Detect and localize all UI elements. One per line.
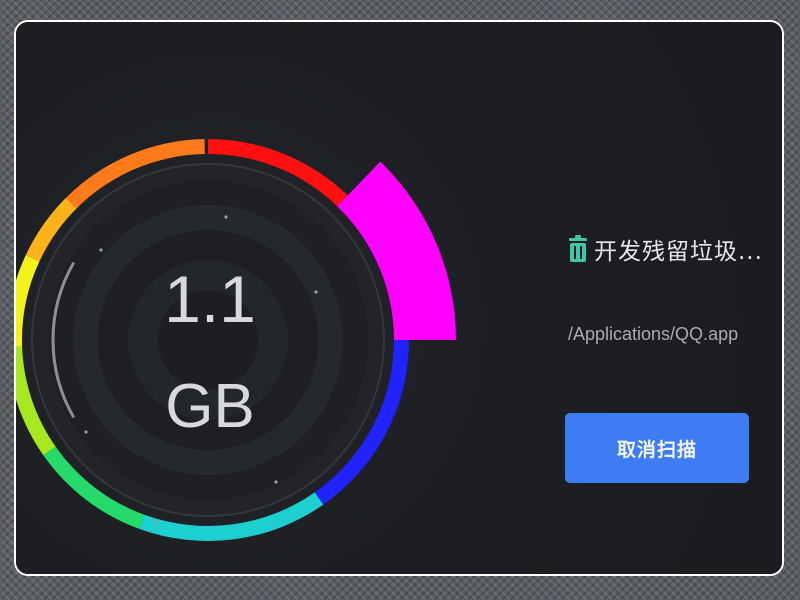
gauge-sparkle-0 — [224, 215, 228, 219]
gauge-sparkle-2 — [314, 290, 318, 294]
cleaner-window: 1.1 GB 开发残留垃圾... /Applications/QQ.app 取消… — [14, 20, 784, 576]
scan-status-text: 开发残留垃圾... — [594, 239, 763, 265]
current-scan-path: /Applications/QQ.app — [568, 324, 739, 344]
cancel-scan-button[interactable]: 取消扫描 — [565, 413, 749, 483]
trash-icon — [569, 235, 587, 262]
gauge-sparkle-5 — [84, 430, 88, 434]
gauge-sparkle-3 — [154, 520, 158, 524]
gauge-sparkle-4 — [274, 480, 278, 484]
scanned-size-value: 1.1 — [164, 262, 256, 336]
gauge-sparkle-1 — [99, 248, 103, 252]
scan-progress-gauge — [16, 139, 456, 541]
scan-status: 开发残留垃圾... — [568, 232, 763, 266]
scanned-size-unit: GB — [165, 372, 255, 441]
